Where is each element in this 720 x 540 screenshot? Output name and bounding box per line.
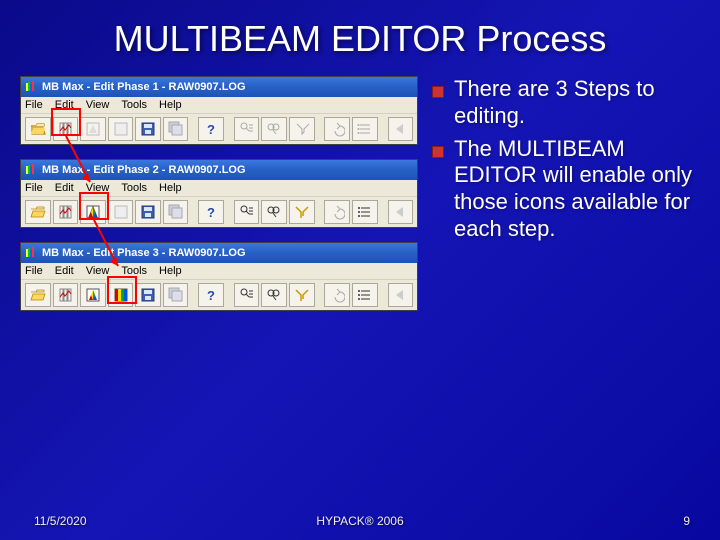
toolbar-1: ? (21, 114, 417, 144)
svg-text:?: ? (207, 122, 215, 137)
search-icon[interactable] (261, 283, 287, 307)
menu-help[interactable]: Help (159, 265, 182, 277)
window-phase-1: MB Max - Edit Phase 1 - RAW0907.LOG File… (20, 76, 418, 145)
menu-edit[interactable]: Edit (55, 99, 74, 111)
app-icon (26, 247, 38, 259)
saveall-icon (163, 283, 189, 307)
titlebar-2: MB Max - Edit Phase 2 - RAW0907.LOG (21, 160, 417, 180)
list-icon[interactable] (352, 200, 378, 224)
footer-center: HYPACK® 2006 (0, 514, 720, 528)
toolbar-3: ? (21, 280, 417, 310)
titlebar-text-3: MB Max - Edit Phase 3 - RAW0907.LOG (42, 247, 246, 259)
stage1-icon[interactable] (53, 117, 79, 141)
menu-view[interactable]: View (86, 265, 110, 277)
menu-file[interactable]: File (25, 99, 43, 111)
help-icon[interactable]: ? (198, 283, 224, 307)
saveall-icon (163, 117, 189, 141)
menu-edit[interactable]: Edit (55, 182, 74, 194)
footer-page: 9 (683, 514, 690, 528)
filter-icon[interactable] (289, 283, 315, 307)
search-params-icon[interactable] (234, 283, 260, 307)
list-icon (352, 117, 378, 141)
stage3-icon[interactable] (108, 283, 134, 307)
stage2-icon[interactable] (80, 283, 106, 307)
stage3-icon (108, 200, 134, 224)
toolbar-2: ? (21, 197, 417, 227)
footer: 11/5/2020 HYPACK® 2006 9 (0, 514, 720, 528)
menu-tools[interactable]: Tools (121, 182, 147, 194)
svg-text:?: ? (207, 288, 215, 303)
open-icon[interactable] (25, 200, 51, 224)
screenshot-stack: MB Max - Edit Phase 1 - RAW0907.LOG File… (20, 70, 420, 311)
search-params-icon (234, 117, 260, 141)
footer-date: 11/5/2020 (34, 514, 87, 528)
titlebar-3: MB Max - Edit Phase 3 - RAW0907.LOG (21, 243, 417, 263)
list-icon[interactable] (352, 283, 378, 307)
menu-view[interactable]: View (86, 182, 110, 194)
menu-edit[interactable]: Edit (55, 265, 74, 277)
save-icon[interactable] (135, 200, 161, 224)
menu-view[interactable]: View (86, 99, 110, 111)
search-icon (261, 117, 287, 141)
back-icon (388, 117, 414, 141)
window-phase-2: MB Max - Edit Phase 2 - RAW0907.LOG File… (20, 159, 418, 228)
svg-text:?: ? (207, 205, 215, 220)
menu-tools[interactable]: Tools (121, 99, 147, 111)
menu-tools[interactable]: Tools (121, 265, 147, 277)
filter-icon[interactable] (289, 200, 315, 224)
help-icon[interactable]: ? (198, 117, 224, 141)
menu-file[interactable]: File (25, 265, 43, 277)
slide-title: MULTIBEAM EDITOR Process (0, 0, 720, 70)
save-icon[interactable] (135, 117, 161, 141)
menu-file[interactable]: File (25, 182, 43, 194)
menu-help[interactable]: Help (159, 99, 182, 111)
search-params-icon[interactable] (234, 200, 260, 224)
menu-help[interactable]: Help (159, 182, 182, 194)
app-icon (26, 81, 38, 93)
filter-icon (289, 117, 315, 141)
menubar-3: File Edit View Tools Help (21, 263, 417, 280)
menubar-2: File Edit View Tools Help (21, 180, 417, 197)
window-phase-3: MB Max - Edit Phase 3 - RAW0907.LOG File… (20, 242, 418, 311)
search-icon[interactable] (261, 200, 287, 224)
saveall-icon (163, 200, 189, 224)
titlebar-text-2: MB Max - Edit Phase 2 - RAW0907.LOG (42, 164, 246, 176)
menubar-1: File Edit View Tools Help (21, 97, 417, 114)
open-icon[interactable] (25, 117, 51, 141)
stage2-icon (80, 117, 106, 141)
undo-icon (324, 200, 350, 224)
stage1-icon[interactable] (53, 283, 79, 307)
open-icon[interactable] (25, 283, 51, 307)
back-icon (388, 283, 414, 307)
stage3-icon (108, 117, 134, 141)
undo-icon (324, 117, 350, 141)
titlebar-1: MB Max - Edit Phase 1 - RAW0907.LOG (21, 77, 417, 97)
stage1-icon[interactable] (53, 200, 79, 224)
bullet-2: The MULTIBEAM EDITOR will enable only th… (432, 136, 700, 243)
titlebar-text-1: MB Max - Edit Phase 1 - RAW0907.LOG (42, 81, 246, 93)
save-icon[interactable] (135, 283, 161, 307)
undo-icon (324, 283, 350, 307)
help-icon[interactable]: ? (198, 200, 224, 224)
bullet-list: There are 3 Steps to editing. The MULTIB… (420, 70, 700, 311)
bullet-1: There are 3 Steps to editing. (432, 76, 700, 130)
back-icon (388, 200, 414, 224)
stage2-icon[interactable] (80, 200, 106, 224)
app-icon (26, 164, 38, 176)
